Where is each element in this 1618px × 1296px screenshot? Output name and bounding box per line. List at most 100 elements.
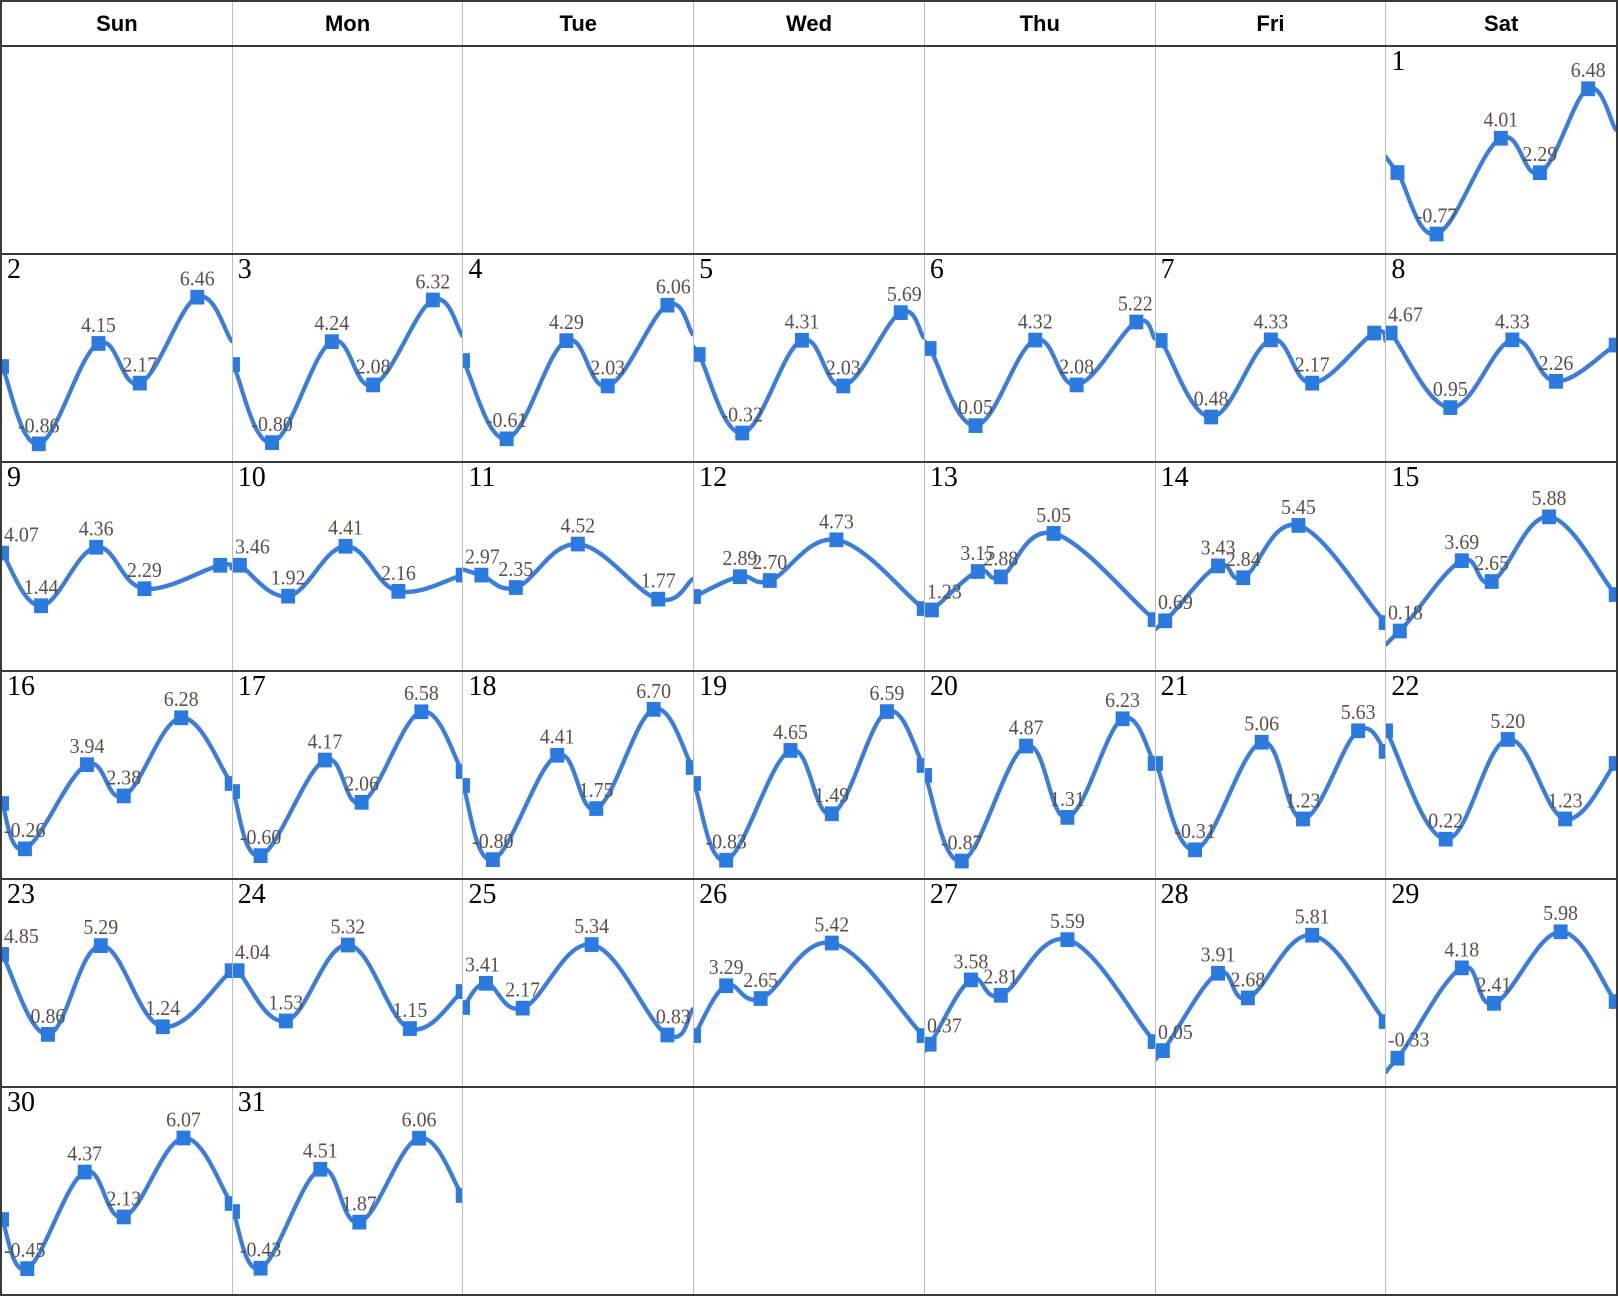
day-cell[interactable]: 16 -0.26 3.94 2.38 6.28 — [0, 671, 233, 878]
tide-point-marker[interactable] — [1378, 615, 1386, 631]
tide-point-marker[interactable] — [1129, 314, 1144, 330]
tide-point-marker[interactable] — [1304, 927, 1319, 943]
tide-point-marker[interactable] — [89, 540, 104, 555]
tide-point-marker[interactable] — [509, 580, 524, 596]
day-cell[interactable]: 22 0.22 5.20 1.23 — [1386, 671, 1618, 878]
tide-point-marker[interactable] — [132, 375, 147, 391]
tide-point-marker[interactable] — [1157, 613, 1172, 629]
tide-point-marker[interactable] — [1533, 165, 1548, 181]
tide-point-marker[interactable] — [1386, 325, 1398, 341]
tide-point-marker[interactable] — [993, 987, 1008, 1003]
tide-point-marker[interactable] — [232, 783, 240, 799]
tide-point-marker[interactable] — [1028, 332, 1043, 348]
tide-point-marker[interactable] — [352, 1214, 367, 1230]
tide-point-marker[interactable] — [924, 1036, 937, 1052]
tide-point-marker[interactable] — [1393, 623, 1408, 639]
tide-point-marker[interactable] — [1046, 526, 1061, 542]
tide-point-marker[interactable] — [455, 568, 463, 583]
tide-point-marker[interactable] — [1429, 226, 1444, 242]
tide-point-marker[interactable] — [559, 333, 574, 349]
day-cell[interactable]: 27 0.37 3.58 2.81 5.59 — [924, 879, 1156, 1086]
tide-point-marker[interactable] — [1115, 710, 1130, 726]
tide-point-marker[interactable] — [474, 568, 489, 583]
tide-point-marker[interactable] — [455, 983, 463, 999]
tide-point-marker[interactable] — [825, 805, 839, 821]
day-cell[interactable]: 11 2.97 2.35 4.52 1.77 — [463, 463, 695, 670]
tide-point-marker[interactable] — [1155, 755, 1163, 771]
tide-point-marker[interactable] — [1210, 558, 1225, 574]
tide-point-marker[interactable] — [232, 558, 247, 573]
tide-point-marker[interactable] — [253, 1260, 268, 1276]
tide-point-marker[interactable] — [1304, 375, 1319, 391]
tide-point-marker[interactable] — [660, 1027, 675, 1043]
tide-point-marker[interactable] — [411, 1130, 426, 1146]
day-cell[interactable]: 17 -0.60 4.17 2.06 6.58 — [232, 671, 464, 878]
tide-point-marker[interactable] — [589, 800, 604, 816]
tide-point-marker[interactable] — [1485, 574, 1499, 590]
day-cell[interactable]: 7 0.48 4.33 2.17 — [1155, 255, 1387, 462]
tide-point-marker[interactable] — [1155, 333, 1168, 348]
tide-point-marker[interactable] — [31, 436, 46, 452]
day-cell[interactable]: 30 -0.45 4.37 2.13 6.07 — [0, 1087, 233, 1295]
tide-point-marker[interactable] — [77, 1164, 92, 1180]
tide-point-marker[interactable] — [694, 347, 706, 363]
tide-point-marker[interactable] — [479, 975, 494, 991]
tide-point-marker[interactable] — [232, 962, 245, 978]
tide-point-marker[interactable] — [425, 292, 440, 308]
tide-point-marker[interactable] — [500, 431, 515, 447]
tide-point-marker[interactable] — [1210, 965, 1225, 981]
tide-point-marker[interactable] — [354, 794, 369, 810]
tide-point-marker[interactable] — [463, 353, 471, 369]
day-cell[interactable]: 5 -0.32 4.31 2.03 5.69 — [694, 255, 925, 462]
tide-point-marker[interactable] — [1542, 509, 1557, 525]
tide-point-marker[interactable] — [414, 703, 429, 719]
tide-point-marker[interactable] — [963, 972, 978, 987]
tide-point-marker[interactable] — [155, 1019, 170, 1034]
tide-point-marker[interactable] — [571, 537, 586, 552]
tide-point-marker[interactable] — [1505, 332, 1520, 348]
tide-point-marker[interactable] — [795, 333, 810, 348]
tide-point-marker[interactable] — [1494, 130, 1509, 146]
tide-point-marker[interactable] — [174, 709, 189, 725]
tide-point-marker[interactable] — [1203, 409, 1218, 425]
tide-point-marker[interactable] — [2, 1212, 9, 1227]
tide-point-marker[interactable] — [924, 341, 937, 357]
tide-point-marker[interactable] — [1501, 731, 1516, 747]
tide-point-marker[interactable] — [647, 701, 662, 717]
day-cell[interactable]: 25 3.41 2.17 5.34 0.83 — [463, 879, 695, 1086]
day-cell[interactable]: 1 -0.77 4.01 2.29 6.48 — [1386, 47, 1618, 254]
tide-point-marker[interactable] — [694, 1027, 702, 1043]
tide-point-marker[interactable] — [1263, 332, 1278, 348]
day-cell[interactable]: 8 4.67 0.95 4.33 2.26 — [1386, 255, 1618, 462]
tide-point-marker[interactable] — [2, 946, 9, 962]
tide-point-marker[interactable] — [1553, 924, 1568, 939]
tide-point-marker[interactable] — [264, 435, 279, 451]
tide-point-marker[interactable] — [694, 589, 702, 605]
tide-point-marker[interactable] — [1060, 931, 1075, 947]
tide-point-marker[interactable] — [916, 757, 924, 773]
tide-point-marker[interactable] — [313, 1161, 327, 1177]
tide-point-marker[interactable] — [137, 581, 152, 597]
tide-point-marker[interactable] — [455, 763, 463, 779]
tide-point-marker[interactable] — [893, 305, 908, 321]
tide-point-marker[interactable] — [40, 1026, 55, 1042]
tide-point-marker[interactable] — [1187, 841, 1202, 857]
tide-point-marker[interactable] — [1581, 81, 1596, 97]
day-cell[interactable]: 9 4.07 1.44 4.36 2.29 — [0, 463, 233, 670]
tide-point-marker[interactable] — [516, 1000, 531, 1016]
tide-point-marker[interactable] — [719, 978, 734, 993]
tide-point-marker[interactable] — [719, 852, 734, 868]
day-cell[interactable]: 12 2.89 2.70 4.73 — [694, 463, 925, 670]
tide-point-marker[interactable] — [2, 795, 9, 811]
tide-point-marker[interactable] — [116, 788, 131, 803]
day-cell[interactable]: 6 0.05 4.32 2.08 5.22 — [924, 255, 1156, 462]
tide-point-marker[interactable] — [338, 539, 353, 554]
tide-point-marker[interactable] — [224, 775, 232, 791]
tide-point-marker[interactable] — [2, 359, 9, 375]
day-cell[interactable]: 26 3.29 2.65 5.42 — [694, 879, 925, 1086]
tide-point-marker[interactable] — [1350, 722, 1365, 738]
tide-point-marker[interactable] — [753, 990, 768, 1006]
tide-point-marker[interactable] — [954, 853, 969, 868]
tide-point-marker[interactable] — [317, 752, 332, 767]
day-cell[interactable]: 4 -0.61 4.29 2.03 6.06 — [463, 255, 695, 462]
